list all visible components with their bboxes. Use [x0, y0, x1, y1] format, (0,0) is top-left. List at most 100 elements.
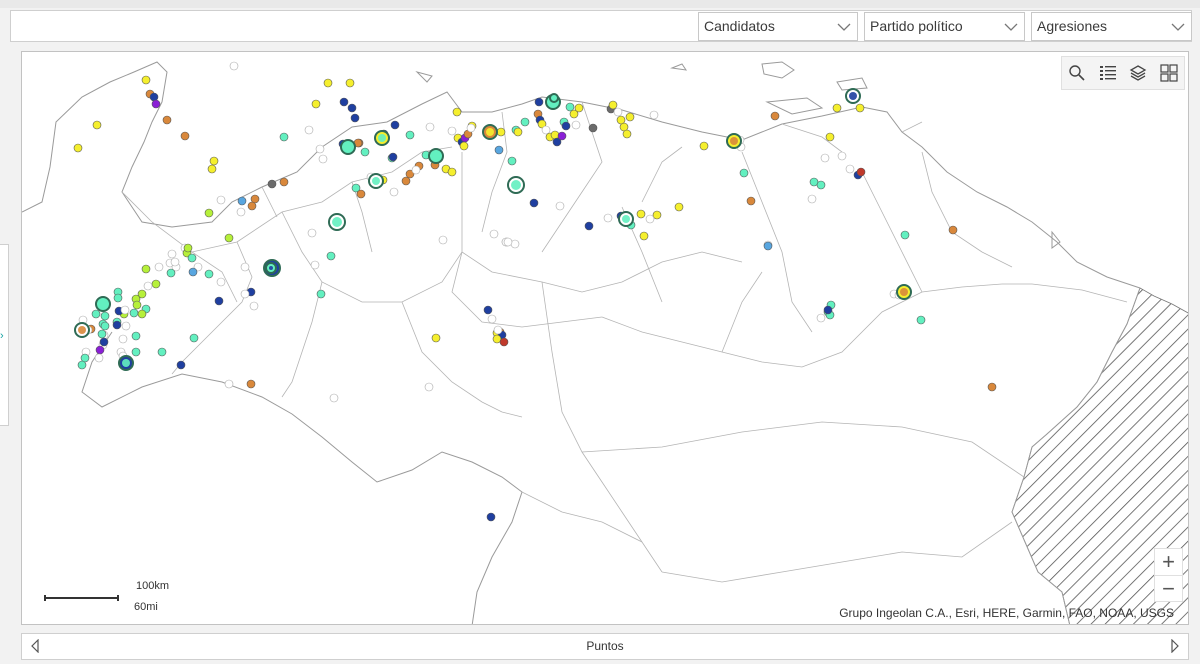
- map-point-orange[interactable]: [987, 382, 997, 392]
- map-point-white[interactable]: [487, 314, 497, 324]
- map-point-navy[interactable]: [561, 121, 571, 131]
- map-point-white[interactable]: [229, 61, 239, 71]
- map-point-white[interactable]: [820, 153, 830, 163]
- map-point-orange[interactable]: [279, 177, 289, 187]
- map-point-white[interactable]: [167, 249, 177, 259]
- map-point-white[interactable]: [224, 379, 234, 389]
- map-point-white[interactable]: [425, 122, 435, 132]
- map-point-white[interactable]: [816, 313, 826, 323]
- map-point-yellow[interactable]: [674, 202, 684, 212]
- map-point-lime[interactable]: [132, 300, 142, 310]
- map-point-white[interactable]: [118, 334, 128, 344]
- map-point-yellow[interactable]: [574, 103, 584, 113]
- map-point-gray[interactable]: [267, 179, 277, 189]
- map-point-aqua[interactable]: [316, 289, 326, 299]
- map-point-white[interactable]: [541, 125, 551, 135]
- map-point-purple[interactable]: [557, 131, 567, 141]
- map-point-white[interactable]: [845, 164, 855, 174]
- map-point-white[interactable]: [318, 154, 328, 164]
- map-point-aqua[interactable]: [565, 102, 575, 112]
- map-point-white[interactable]: [154, 262, 164, 272]
- map-point-yellow[interactable]: [311, 99, 321, 109]
- map-point-yellow[interactable]: [459, 141, 469, 151]
- map-point-yellow[interactable]: [616, 115, 626, 125]
- map-point-sky[interactable]: [237, 196, 247, 206]
- map-point-purple[interactable]: [95, 345, 105, 355]
- map-point-yellow[interactable]: [608, 100, 618, 110]
- map-point-white[interactable]: [649, 110, 659, 120]
- map-point-yellow[interactable]: [209, 156, 219, 166]
- map-point-white[interactable]: [555, 201, 565, 211]
- map-point-white[interactable]: [170, 257, 180, 267]
- map-point-yellow[interactable]: [625, 112, 635, 122]
- map-point-lime[interactable]: [224, 233, 234, 243]
- map-point-orange[interactable]: [247, 201, 257, 211]
- map-point-white[interactable]: [94, 353, 104, 363]
- map-point-yellow[interactable]: [496, 127, 506, 137]
- map-point-lime[interactable]: [183, 243, 193, 253]
- map-point-white[interactable]: [120, 305, 130, 315]
- map-point-yellow[interactable]: [323, 78, 333, 88]
- map-point-orange[interactable]: [401, 176, 411, 186]
- map-point-aqua[interactable]: [900, 230, 910, 240]
- legend-button[interactable]: [1095, 60, 1121, 86]
- basemap-gallery-button[interactable]: [1156, 60, 1182, 86]
- map-point-white[interactable]: [807, 194, 817, 204]
- map-point-yellow[interactable]: [652, 210, 662, 220]
- candidatos-dropdown[interactable]: Candidatos: [698, 12, 858, 41]
- map-point-yellow[interactable]: [447, 167, 457, 177]
- map-point-aqua[interactable]: [187, 253, 197, 263]
- map-point-orange[interactable]: [948, 225, 958, 235]
- map-point-navy[interactable]: [99, 337, 109, 347]
- map-point-navy[interactable]: [350, 113, 360, 123]
- next-arrow-icon[interactable]: [1170, 639, 1180, 653]
- zoom-out-button[interactable]: −: [1155, 575, 1182, 601]
- map-point-yellow[interactable]: [141, 75, 151, 85]
- map-point-yellow[interactable]: [832, 103, 842, 113]
- map-point-aqua[interactable]: [279, 132, 289, 142]
- map-point-white[interactable]: [240, 262, 250, 272]
- map-point-yellow[interactable]: [452, 107, 462, 117]
- map-point-yellow[interactable]: [73, 143, 83, 153]
- search-button[interactable]: [1064, 60, 1090, 86]
- map-point-yellow[interactable]: [345, 78, 355, 88]
- map-point-navy[interactable]: [390, 120, 400, 130]
- map-point-orange[interactable]: [180, 131, 190, 141]
- map-point-white[interactable]: [466, 123, 476, 133]
- map-point-white[interactable]: [613, 107, 623, 117]
- map-point-gray[interactable]: [588, 123, 598, 133]
- map-point-white[interactable]: [307, 228, 317, 238]
- map-point-orange[interactable]: [162, 115, 172, 125]
- map-point-yellow[interactable]: [825, 132, 835, 142]
- points-layer[interactable]: [73, 61, 997, 522]
- map-point-orange[interactable]: [770, 111, 780, 121]
- map-point-lime[interactable]: [204, 208, 214, 218]
- map-point-aqua[interactable]: [91, 309, 101, 319]
- map-point-yellow[interactable]: [207, 164, 217, 174]
- map-point-aqua[interactable]: [204, 269, 214, 279]
- map-point-aqua[interactable]: [129, 308, 139, 318]
- map-point-yellow[interactable]: [639, 231, 649, 241]
- zoom-in-button[interactable]: +: [1155, 549, 1182, 575]
- map-point-white[interactable]: [236, 207, 246, 217]
- map-point-white[interactable]: [503, 237, 513, 247]
- map-point-white[interactable]: [447, 126, 457, 136]
- map-point-navy[interactable]: [486, 512, 496, 522]
- map-point-navy[interactable]: [823, 305, 833, 315]
- partido-politico-dropdown[interactable]: Partido político: [864, 12, 1025, 41]
- map-point-yellow[interactable]: [431, 333, 441, 343]
- map-point-aqua[interactable]: [507, 156, 517, 166]
- map-point-white[interactable]: [837, 151, 847, 161]
- map-point-white[interactable]: [304, 125, 314, 135]
- map-point-white[interactable]: [645, 214, 655, 224]
- map-point-aqua[interactable]: [916, 315, 926, 325]
- map-point-navy[interactable]: [534, 97, 544, 107]
- map-point-navy[interactable]: [388, 152, 398, 162]
- map-point-purple[interactable]: [151, 99, 161, 109]
- expand-arrow-icon[interactable]: ›: [0, 330, 4, 342]
- map-point-lime[interactable]: [137, 309, 147, 319]
- map-point-lime[interactable]: [151, 279, 161, 289]
- map-point-aqua[interactable]: [100, 321, 110, 331]
- map-point-sky[interactable]: [494, 145, 504, 155]
- map-point-yellow[interactable]: [855, 103, 865, 113]
